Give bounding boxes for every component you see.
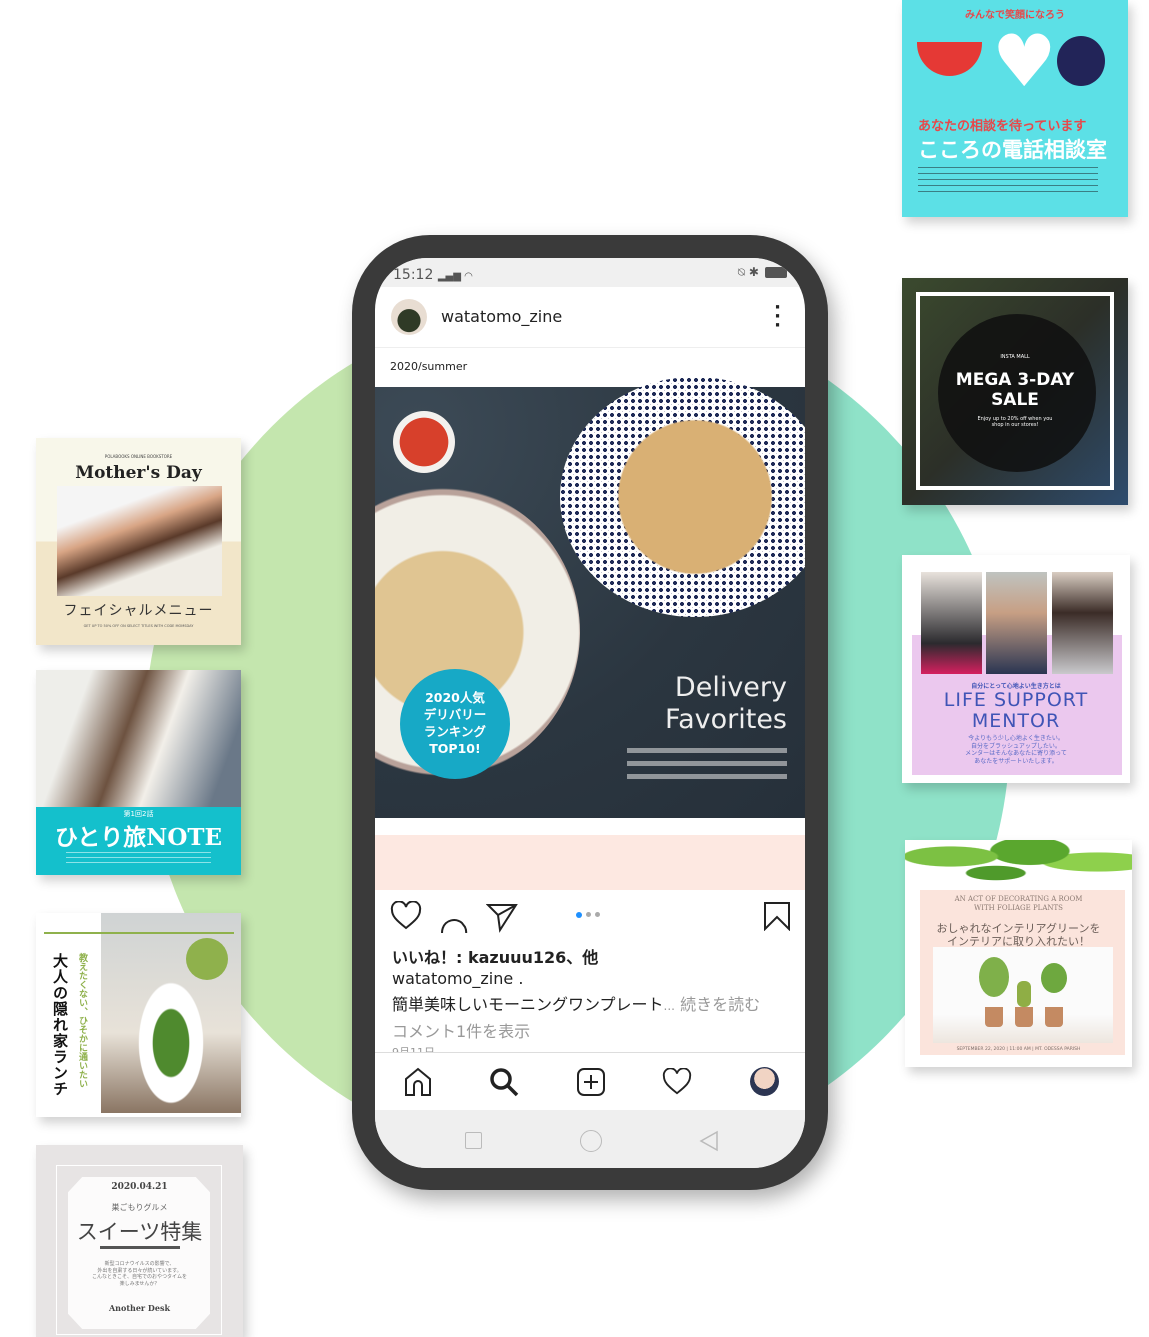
card-hitori-tabi: 第1回2話 ひとり旅NOTE bbox=[36, 670, 241, 875]
back-icon[interactable] bbox=[699, 1130, 719, 1152]
status-bar: 15:12 ▂▄▆ ◠ ⍉ ✱ bbox=[375, 258, 805, 287]
signal-wifi-icon: ▂▄▆ ◠ bbox=[437, 271, 473, 282]
card-foliage-plants: AN ACT OF DECORATING A ROOM WITH FOLIAGE… bbox=[905, 840, 1132, 1067]
bluetooth-mute-icon: ⍉ ✱ bbox=[737, 265, 759, 279]
plants-photo bbox=[933, 947, 1113, 1043]
more-options-icon[interactable]: · · · bbox=[774, 299, 781, 335]
bottom-nav bbox=[375, 1052, 805, 1110]
caption-username[interactable]: watatomo_zine . bbox=[392, 969, 523, 988]
location-link[interactable]: 2020/summer bbox=[390, 360, 467, 373]
card-life-support: 自分にとって心地よい生き方とは LIFE SUPPORT MENTOR 今よりも… bbox=[902, 555, 1130, 783]
home-circle-icon[interactable] bbox=[580, 1130, 602, 1152]
card-phone-consultation: みんなで笑顔になろう ♥ あなたの相談を待っています こころの電話相談室 bbox=[902, 0, 1128, 217]
share-icon[interactable] bbox=[486, 901, 518, 933]
photo-woman-2 bbox=[1052, 572, 1113, 674]
dot-active bbox=[576, 912, 582, 918]
phone-screen: 15:12 ▂▄▆ ◠ ⍉ ✱ watatomo_zine · · · 2020/s… bbox=[375, 258, 805, 1168]
read-more-link[interactable]: 続きを読む bbox=[680, 995, 760, 1014]
profile-avatar[interactable] bbox=[750, 1067, 779, 1096]
navy-circle-character bbox=[1057, 36, 1105, 86]
dot bbox=[586, 912, 591, 917]
home-icon[interactable] bbox=[403, 1067, 433, 1097]
ranking-badge: 2020人気 デリバリー ランキング TOP10! bbox=[400, 669, 510, 779]
caption: 簡単美味しいモーニングワンプレート... 続きを読む bbox=[392, 995, 761, 1014]
avatar[interactable] bbox=[391, 299, 427, 335]
card-mega-sale: INSTA MALL MEGA 3-DAY SALE Enjoy up to 2… bbox=[902, 278, 1128, 505]
photo-man bbox=[986, 572, 1047, 674]
card-mothers-day: POLABOOKS ONLINE BOOKSTORE Mother's Day … bbox=[36, 438, 241, 645]
green-badge bbox=[186, 938, 228, 980]
sauce-bowl bbox=[393, 411, 455, 473]
body-text-lines bbox=[918, 164, 1098, 194]
battery-icon bbox=[765, 267, 787, 278]
leaves bbox=[905, 840, 1132, 895]
new-post-icon[interactable] bbox=[576, 1067, 606, 1097]
view-comments-link[interactable]: コメント1件を表示 bbox=[392, 1018, 530, 1042]
facial-photo bbox=[57, 486, 222, 596]
search-icon[interactable] bbox=[489, 1067, 519, 1097]
like-icon[interactable] bbox=[390, 901, 422, 931]
photo-woman-1 bbox=[921, 572, 982, 674]
activity-heart-icon[interactable] bbox=[662, 1068, 692, 1096]
post-header: watatomo_zine · · · bbox=[375, 287, 805, 348]
dot bbox=[595, 912, 600, 917]
post-image[interactable]: 2020人気 デリバリー ランキング TOP10! Delivery Favorite… bbox=[375, 377, 805, 818]
heart-character: ♥ bbox=[992, 19, 1057, 103]
dumpling-plate bbox=[560, 377, 805, 617]
likes-text[interactable]: いいね！: kazuuu126、他 bbox=[392, 944, 598, 968]
username-link[interactable]: watatomo_zine bbox=[441, 307, 562, 326]
android-nav-bar bbox=[375, 1110, 805, 1168]
card-otona-lunch: 大人の隠れ家ランチ 教えたくない、ひそかに通いたい bbox=[36, 913, 241, 1117]
recents-icon[interactable] bbox=[465, 1132, 482, 1149]
pink-band bbox=[375, 835, 805, 890]
carousel-dots bbox=[576, 912, 600, 918]
bookmark-icon[interactable] bbox=[763, 901, 791, 931]
red-bowl-character bbox=[917, 42, 982, 76]
comment-icon[interactable] bbox=[438, 901, 470, 933]
card-sweets: 2020.04.21 巣ごもりグルメ スイーツ特集 新型コロナウイルスの影響で、… bbox=[36, 1145, 243, 1337]
